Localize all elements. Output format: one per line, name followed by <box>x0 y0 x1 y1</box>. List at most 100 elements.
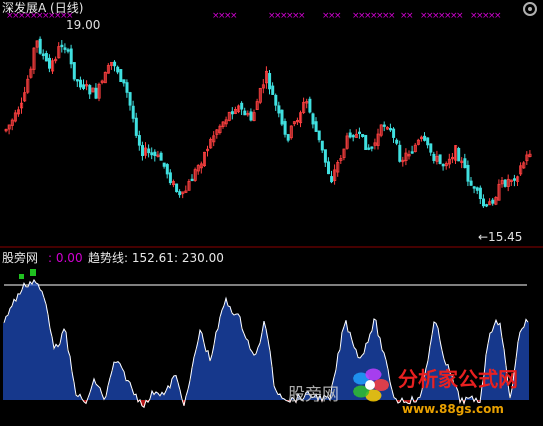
candle-body <box>162 162 166 167</box>
candle-body <box>150 152 154 156</box>
brand-url: www.88gs.com <box>402 402 504 416</box>
indicator-name[interactable]: 股旁网 <box>2 251 38 265</box>
candle-body <box>361 134 365 137</box>
candle-body <box>491 199 495 204</box>
candle-body <box>438 154 442 164</box>
candle-body <box>63 47 67 50</box>
candle-body <box>153 151 157 156</box>
chart-title: 深发展A (日线) <box>2 1 84 15</box>
candle-body <box>429 143 433 153</box>
candle-body <box>308 98 312 113</box>
candle-body <box>122 79 126 84</box>
candle-body <box>395 139 399 144</box>
candle-body <box>317 130 321 141</box>
candle-body <box>168 172 172 184</box>
signal-flag <box>19 274 24 279</box>
candle-body <box>478 187 482 200</box>
candle-body <box>457 148 461 162</box>
candle-body <box>140 145 144 156</box>
candle-body <box>410 151 414 154</box>
signal-marker: × <box>406 11 414 21</box>
candle-body <box>94 87 98 99</box>
signal-marker: × <box>456 11 464 21</box>
trend-line-label: 趋势线: 152.61 <box>88 251 174 265</box>
candle-body <box>392 128 396 138</box>
candle-body <box>69 48 73 65</box>
candle-body <box>357 131 361 134</box>
candle-body <box>513 178 517 181</box>
logo-center <box>365 380 375 390</box>
candle-body <box>283 121 287 135</box>
candle-body <box>165 164 169 175</box>
candle-body <box>367 147 371 150</box>
candle-body <box>134 117 138 136</box>
candle-body <box>41 53 45 57</box>
signal-marker: × <box>388 11 396 21</box>
candle-body <box>88 85 92 95</box>
brand-logo-text: 分析家公式网 <box>398 367 518 391</box>
signal-marker: × <box>298 11 306 21</box>
signal-marker: × <box>230 11 238 21</box>
candle-body <box>463 158 467 169</box>
candle-body <box>72 62 76 80</box>
candle-body <box>178 191 182 196</box>
signal-flag <box>30 269 36 276</box>
candle-body <box>119 69 123 82</box>
candle-body <box>382 124 386 127</box>
settings-icon[interactable] <box>523 2 537 16</box>
candle-body <box>137 135 141 146</box>
low-price-label: ←15.45 <box>478 230 523 244</box>
candle-body <box>131 105 135 119</box>
candle-body <box>249 111 253 121</box>
candle-body <box>314 121 318 132</box>
candle-body <box>125 82 129 93</box>
candle-body <box>466 164 470 182</box>
stock-chart-window: × × × × × × × × × × × × × × × × × × × × × × × × × × × × × × × × × × × × × × × ×… <box>0 0 543 426</box>
chart-canvas[interactable]: ××××××××××× ×××× ×××××× ××× ××××××× ×× ×××××××… <box>0 0 543 426</box>
candle-body <box>423 135 427 141</box>
candle-body <box>190 178 194 182</box>
candle-body <box>175 183 179 193</box>
candle-body <box>268 73 272 90</box>
candle-body <box>388 128 392 131</box>
candle-body <box>128 92 132 106</box>
candle-body <box>469 180 473 186</box>
candle-body <box>348 132 352 138</box>
candle-body <box>326 161 330 175</box>
candle-body <box>230 111 234 115</box>
candle-body <box>426 137 430 146</box>
candle-body <box>485 204 489 207</box>
candle-body <box>243 110 247 116</box>
candle-body <box>159 152 163 161</box>
candle-body <box>147 148 151 154</box>
candle-body <box>48 57 52 69</box>
candle-body <box>320 140 324 151</box>
candle-body <box>351 135 355 138</box>
candle-body <box>280 109 284 125</box>
candle-body <box>60 44 64 48</box>
high-price-label: 19.00 <box>66 18 101 32</box>
signal-marker: × <box>334 11 342 21</box>
candle-body <box>481 198 485 207</box>
candle-body <box>113 61 117 67</box>
candle-body <box>277 105 281 114</box>
candle-body <box>116 66 120 73</box>
candle-body <box>82 84 86 89</box>
candle-body <box>66 49 70 52</box>
candle-body <box>472 186 476 189</box>
candle-body <box>286 134 290 141</box>
logo-petal <box>373 379 389 391</box>
logo-petal <box>365 368 382 381</box>
candle-body <box>311 113 315 125</box>
candle-body <box>364 134 368 150</box>
candle-body <box>240 102 244 110</box>
candle-body <box>475 187 479 191</box>
watermark-text: 股旁网 <box>288 385 339 405</box>
candle-body <box>370 146 374 149</box>
candle-body <box>432 153 436 161</box>
candle-body <box>274 94 278 106</box>
indicator-value: : 0.00 <box>48 251 83 265</box>
candle-body <box>398 144 402 162</box>
candle-body <box>79 79 83 88</box>
signal-marker: × <box>494 11 502 21</box>
